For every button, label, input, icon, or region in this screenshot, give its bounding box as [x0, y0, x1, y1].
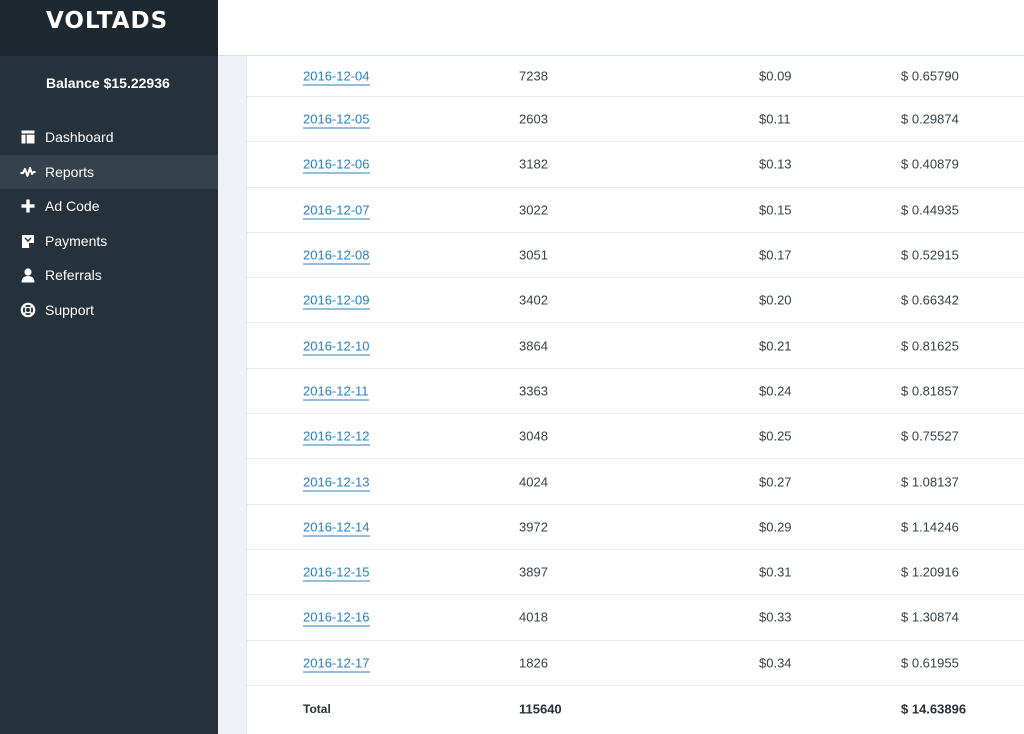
sidebar-item-label: Dashboard — [45, 129, 114, 146]
report-date-link[interactable]: 2016-12-06 — [303, 156, 370, 174]
dashboard-icon — [20, 129, 36, 145]
voltads-logo[interactable]: VOLTADS — [46, 8, 168, 34]
cpm-cell: $0.29 — [759, 519, 792, 535]
top-header-bar — [218, 0, 1024, 56]
cpm-cell: $0.20 — [759, 292, 792, 308]
logo-bar: VOLTADS — [0, 0, 218, 56]
table-row: 2016-12-14 3972 $0.29 $ 1.14246 — [247, 505, 1024, 550]
report-date-link[interactable]: 2016-12-17 — [303, 655, 370, 673]
sidebar-nav: Dashboard Reports Ad Code Payments Refer… — [0, 120, 218, 327]
table-row: 2016-12-12 3048 $0.25 $ 0.75527 — [247, 414, 1024, 460]
table-row: 2016-12-05 2603 $0.11 $ 0.29874 — [247, 97, 1024, 143]
table-row: 2016-12-04 7238 $0.09 $ 0.65790 — [247, 56, 1024, 97]
cpm-cell: $0.31 — [759, 564, 792, 580]
table-row: 2016-12-08 3051 $0.17 $ 0.52915 — [247, 233, 1024, 279]
table-row: 2016-12-15 3897 $0.31 $ 1.20916 — [247, 550, 1024, 596]
report-date-link[interactable]: 2016-12-14 — [303, 519, 370, 537]
impressions-cell: 4024 — [519, 474, 548, 490]
sidebar-item-reports[interactable]: Reports — [0, 154, 218, 189]
earnings-cell: $ 1.08137 — [901, 474, 959, 490]
cpm-cell: $0.34 — [759, 655, 792, 671]
cpm-cell: $0.15 — [759, 202, 792, 218]
cpm-cell: $0.21 — [759, 338, 792, 354]
earnings-cell: $ 0.52915 — [901, 247, 959, 263]
report-date-link[interactable]: 2016-12-04 — [303, 68, 370, 86]
cpm-cell: $0.33 — [759, 609, 792, 625]
report-date-link[interactable]: 2016-12-13 — [303, 474, 370, 492]
earnings-cell: $ 0.65790 — [901, 68, 959, 84]
sidebar-item-label: Ad Code — [45, 198, 100, 215]
table-row: 2016-12-06 3182 $0.13 $ 0.40879 — [247, 142, 1024, 188]
sidebar-item-label: Support — [45, 301, 95, 318]
report-date-link[interactable]: 2016-12-10 — [303, 338, 370, 356]
sidebar-item-support[interactable]: Support — [0, 293, 218, 328]
reports-icon — [20, 164, 36, 180]
total-row: Total 115640 $ 14.63896 — [247, 686, 1024, 733]
sidebar-item-dashboard[interactable]: Dashboard — [0, 120, 218, 155]
plus-icon — [20, 198, 36, 214]
earnings-cell: $ 0.61955 — [901, 655, 959, 671]
report-date-link[interactable]: 2016-12-11 — [303, 383, 369, 401]
cpm-cell: $0.17 — [759, 247, 792, 263]
earnings-cell: $ 1.14246 — [901, 519, 959, 535]
impressions-cell: 2603 — [519, 111, 548, 127]
total-earnings: $ 14.63896 — [901, 701, 967, 717]
earnings-cell: $ 0.44935 — [901, 202, 959, 218]
earnings-cell: $ 0.81625 — [901, 338, 959, 354]
earnings-cell: $ 0.29874 — [901, 111, 959, 127]
user-icon — [20, 267, 36, 283]
total-impressions: 115640 — [519, 701, 562, 717]
impressions-cell: 1826 — [519, 655, 548, 671]
impressions-cell: 3363 — [519, 383, 548, 399]
table-row: 2016-12-11 3363 $0.24 $ 0.81857 — [247, 369, 1024, 415]
impressions-cell: 3022 — [519, 202, 548, 218]
impressions-cell: 3972 — [519, 519, 548, 535]
impressions-cell: 3402 — [519, 292, 548, 308]
sidebar-item-label: Referrals — [45, 267, 102, 284]
report-date-link[interactable]: 2016-12-15 — [303, 564, 370, 582]
earnings-cell: $ 0.66342 — [901, 292, 959, 308]
cpm-cell: $0.13 — [759, 156, 792, 172]
report-date-link[interactable]: 2016-12-07 — [303, 202, 370, 220]
sidebar-item-ad-code[interactable]: Ad Code — [0, 189, 218, 224]
report-date-link[interactable]: 2016-12-08 — [303, 247, 370, 265]
sidebar-item-label: Reports — [45, 163, 95, 180]
report-date-link[interactable]: 2016-12-16 — [303, 609, 370, 627]
cpm-cell: $0.27 — [759, 474, 792, 490]
impressions-cell: 4018 — [519, 609, 548, 625]
sidebar: VOLTADS Balance $15.22936 Dashboard Repo… — [0, 0, 218, 734]
report-date-link[interactable]: 2016-12-12 — [303, 428, 370, 446]
earnings-cell: $ 1.30874 — [901, 609, 959, 625]
cpm-cell: $0.24 — [759, 383, 792, 399]
table-row: 2016-12-13 4024 $0.27 $ 1.08137 — [247, 459, 1024, 505]
sidebar-item-label: Payments — [45, 232, 108, 249]
impressions-cell: 3864 — [519, 338, 548, 354]
report-date-link[interactable]: 2016-12-05 — [303, 111, 370, 129]
table-row: 2016-12-07 3022 $0.15 $ 0.44935 — [247, 188, 1024, 233]
impressions-cell: 3051 — [519, 247, 548, 263]
table-row: 2016-12-17 1826 $0.34 $ 0.61955 — [247, 641, 1024, 686]
table-row: 2016-12-10 3864 $0.21 $ 0.81625 — [247, 323, 1024, 369]
impressions-cell: 3182 — [519, 156, 548, 172]
earnings-cell: $ 0.81857 — [901, 383, 959, 399]
sidebar-item-payments[interactable]: Payments — [0, 224, 218, 259]
cpm-cell: $0.25 — [759, 428, 792, 444]
impressions-cell: 3048 — [519, 428, 548, 444]
earnings-cell: $ 0.40879 — [901, 156, 959, 172]
payments-icon — [20, 233, 36, 249]
impressions-cell: 7238 — [519, 68, 548, 84]
earnings-cell: $ 1.20916 — [901, 564, 959, 580]
total-label: Total — [303, 702, 331, 717]
earnings-cell: $ 0.75527 — [901, 428, 959, 444]
report-date-link[interactable]: 2016-12-09 — [303, 292, 370, 310]
lifebuoy-icon — [20, 302, 36, 318]
sidebar-item-referrals[interactable]: Referrals — [0, 258, 218, 293]
cpm-cell: $0.11 — [759, 111, 791, 127]
cpm-cell: $0.09 — [759, 68, 792, 84]
report-table: 2016-12-04 7238 $0.09 $ 0.65790 2016-12-… — [246, 56, 1024, 734]
impressions-cell: 3897 — [519, 564, 548, 580]
table-row: 2016-12-16 4018 $0.33 $ 1.30874 — [247, 595, 1024, 641]
table-row: 2016-12-09 3402 $0.20 $ 0.66342 — [247, 278, 1024, 324]
